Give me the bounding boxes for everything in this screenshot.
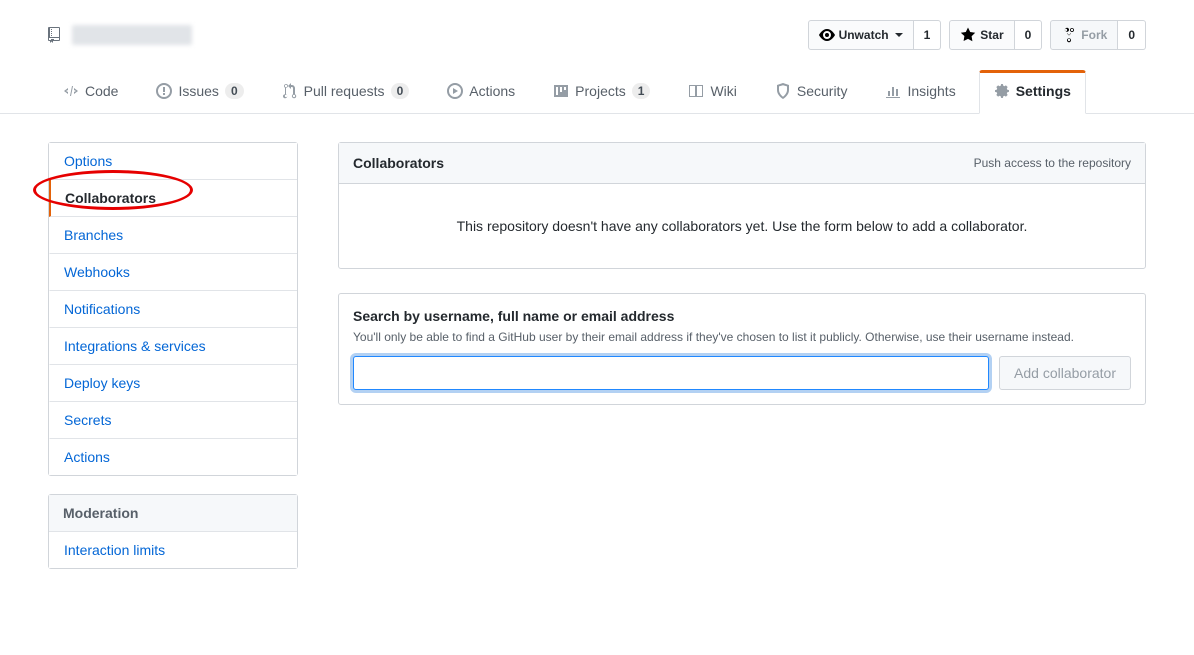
watch-count[interactable]: 1 xyxy=(914,20,942,50)
play-icon xyxy=(447,83,463,99)
tab-code-label: Code xyxy=(85,83,118,99)
sidebar-item-deploy-keys[interactable]: Deploy keys xyxy=(49,365,297,402)
empty-state-message: This repository doesn't have any collabo… xyxy=(339,184,1145,268)
pull-request-icon xyxy=(282,83,298,99)
star-button[interactable]: Star xyxy=(949,20,1014,50)
eye-icon xyxy=(819,27,835,43)
gear-icon xyxy=(994,83,1010,99)
pulls-count: 0 xyxy=(391,83,410,99)
issues-icon xyxy=(156,83,172,99)
star-label: Star xyxy=(980,25,1003,45)
panel-subtitle: Push access to the repository xyxy=(974,156,1131,170)
sidebar-item-collaborators-label: Collaborators xyxy=(65,190,156,206)
collaborators-panel: Collaborators Push access to the reposit… xyxy=(338,142,1146,269)
settings-menu: Options Collaborators Branches Webhooks … xyxy=(48,142,298,476)
sidebar-item-integrations[interactable]: Integrations & services xyxy=(49,328,297,365)
sidebar-item-collaborators[interactable]: Collaborators xyxy=(49,180,297,217)
watch-group: Unwatch 1 xyxy=(808,20,942,50)
tab-security[interactable]: Security xyxy=(760,72,863,113)
fork-button[interactable]: Fork xyxy=(1050,20,1118,50)
tab-wiki-label: Wiki xyxy=(710,83,736,99)
search-heading: Search by username, full name or email a… xyxy=(353,308,1131,324)
add-collaborator-form: Search by username, full name or email a… xyxy=(338,293,1146,405)
tab-insights[interactable]: Insights xyxy=(870,72,970,113)
tab-settings-label: Settings xyxy=(1016,83,1071,99)
repo-tabs: Code Issues 0 Pull requests 0 Actions Pr… xyxy=(0,70,1194,114)
tab-wiki[interactable]: Wiki xyxy=(673,72,751,113)
caret-icon xyxy=(895,33,903,37)
sidebar-item-options[interactable]: Options xyxy=(49,143,297,180)
tab-pulls-label: Pull requests xyxy=(304,83,385,99)
projects-count: 1 xyxy=(632,83,651,99)
search-hint: You'll only be able to find a GitHub use… xyxy=(353,330,1131,344)
panel-title: Collaborators xyxy=(353,155,444,171)
tab-projects-label: Projects xyxy=(575,83,626,99)
sidebar-item-interaction-limits[interactable]: Interaction limits xyxy=(49,532,297,568)
tab-actions[interactable]: Actions xyxy=(432,72,530,113)
star-count[interactable]: 0 xyxy=(1015,20,1043,50)
code-icon xyxy=(63,83,79,99)
add-collaborator-button[interactable]: Add collaborator xyxy=(999,356,1131,390)
fork-label: Fork xyxy=(1081,25,1107,45)
repo-name-blurred xyxy=(72,25,192,45)
tab-pulls[interactable]: Pull requests 0 xyxy=(267,72,425,113)
sidebar-item-notifications[interactable]: Notifications xyxy=(49,291,297,328)
shield-icon xyxy=(775,83,791,99)
sidebar-item-branches[interactable]: Branches xyxy=(49,217,297,254)
tab-settings[interactable]: Settings xyxy=(979,70,1086,114)
moderation-menu: Moderation Interaction limits xyxy=(48,494,298,569)
collaborator-search-input[interactable] xyxy=(353,356,989,390)
graph-icon xyxy=(885,83,901,99)
tab-issues[interactable]: Issues 0 xyxy=(141,72,258,113)
unwatch-button[interactable]: Unwatch xyxy=(808,20,914,50)
tab-security-label: Security xyxy=(797,83,848,99)
tab-actions-label: Actions xyxy=(469,83,515,99)
tab-code[interactable]: Code xyxy=(48,72,133,113)
star-icon xyxy=(960,27,976,43)
repo-icon xyxy=(48,27,64,43)
project-icon xyxy=(553,83,569,99)
sidebar-item-webhooks[interactable]: Webhooks xyxy=(49,254,297,291)
star-group: Star 0 xyxy=(949,20,1042,50)
sidebar-item-secrets[interactable]: Secrets xyxy=(49,402,297,439)
moderation-header: Moderation xyxy=(49,495,297,532)
tab-insights-label: Insights xyxy=(907,83,955,99)
tab-issues-label: Issues xyxy=(178,83,218,99)
issues-count: 0 xyxy=(225,83,244,99)
fork-group: Fork 0 xyxy=(1050,20,1146,50)
fork-count[interactable]: 0 xyxy=(1118,20,1146,50)
unwatch-label: Unwatch xyxy=(839,25,889,45)
book-icon xyxy=(688,83,704,99)
tab-projects[interactable]: Projects 1 xyxy=(538,72,665,113)
sidebar-item-actions[interactable]: Actions xyxy=(49,439,297,475)
repo-title xyxy=(48,25,192,45)
fork-icon xyxy=(1061,27,1077,43)
